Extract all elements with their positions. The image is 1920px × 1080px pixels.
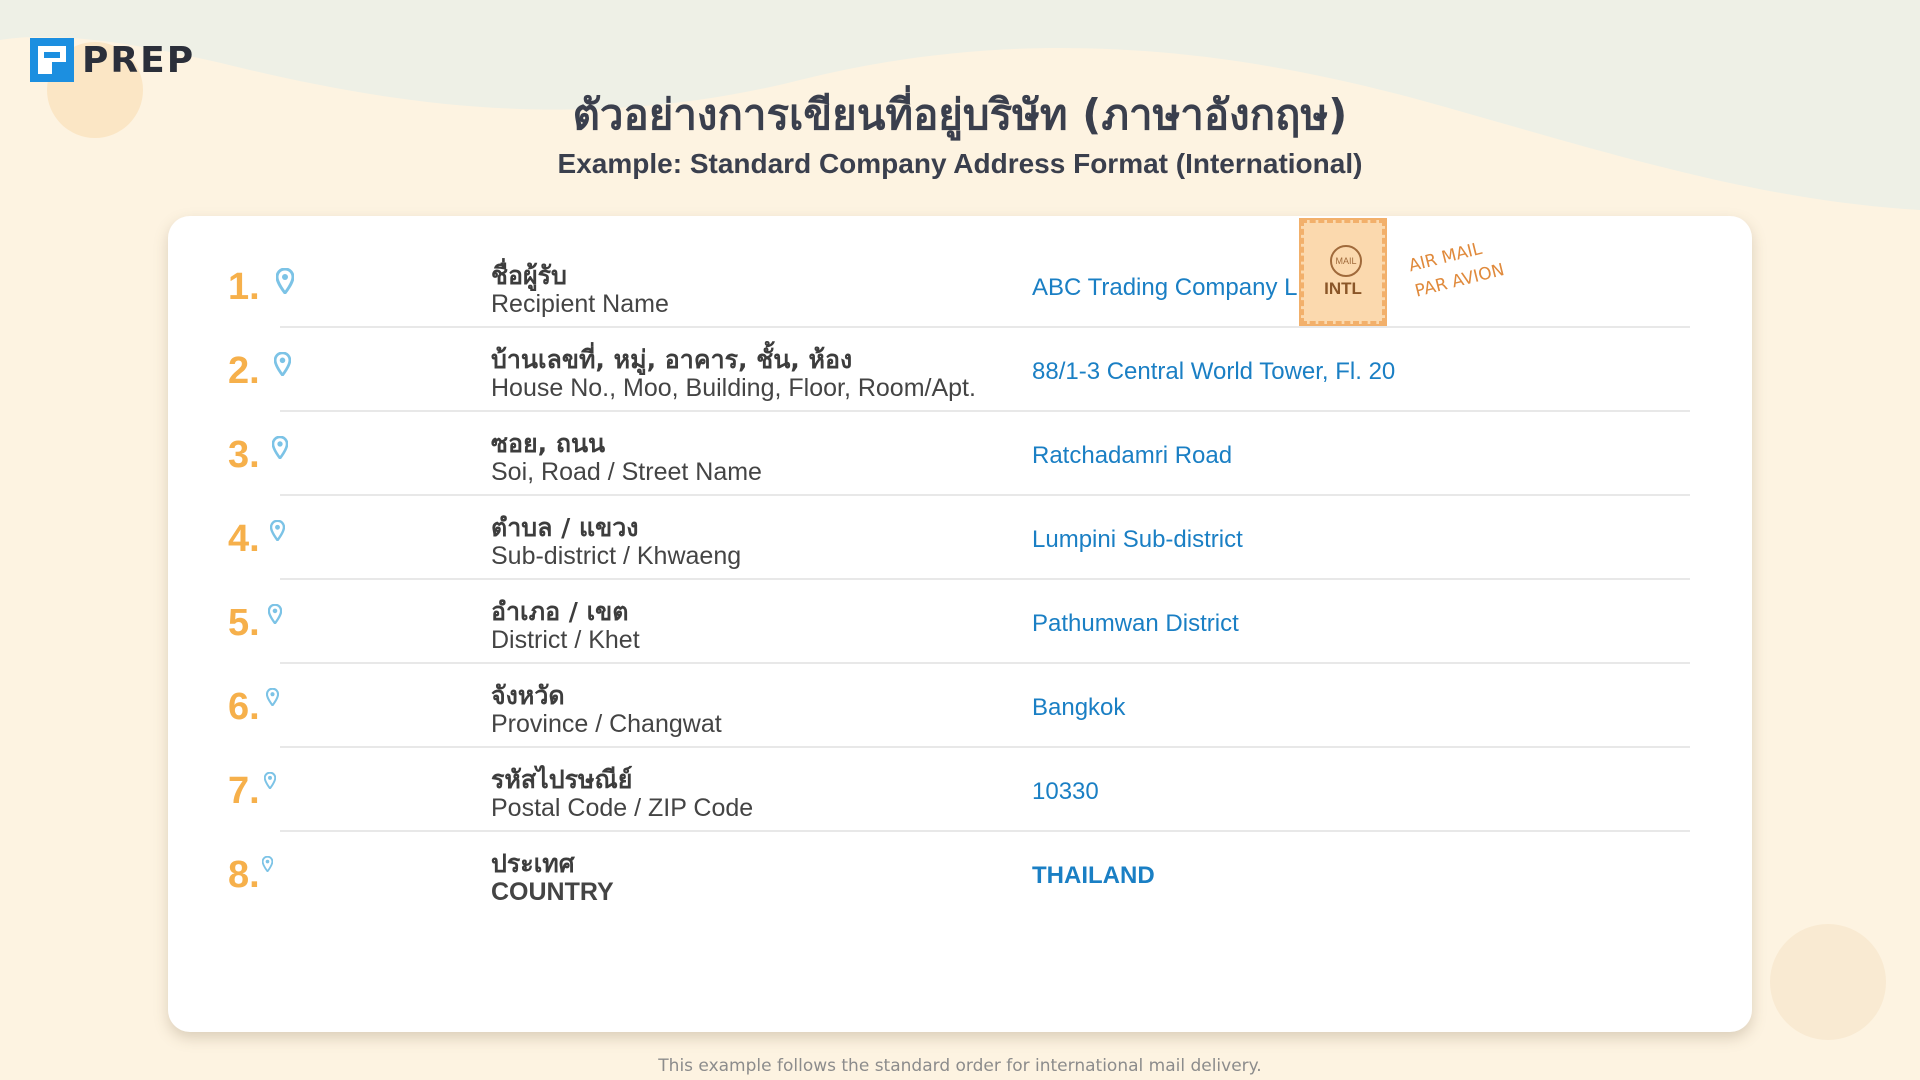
footnote: This example follows the standard order … <box>658 1056 1262 1076</box>
address-card: 1. ชื่อผู้รับ Recipient Name ABC Trading… <box>168 216 1752 1032</box>
row-number: 1. <box>228 266 260 308</box>
row-number: 7. <box>228 770 260 812</box>
location-pin-icon <box>264 772 276 789</box>
field-label-english: House No., Moo, Building, Floor, Room/Ap… <box>491 374 976 402</box>
location-pin-icon <box>270 520 285 541</box>
address-row: 6. จังหวัด Province / Changwat Bangkok <box>228 664 1690 748</box>
field-value: Ratchadamri Road <box>1032 442 1233 469</box>
prep-logo: PREP <box>28 36 195 84</box>
prep-logo-icon <box>30 38 74 82</box>
field-label-english: COUNTRY <box>491 878 614 906</box>
page-subtitle: Example: Standard Company Address Format… <box>557 148 1363 179</box>
field-value: Pathumwan District <box>1032 610 1239 637</box>
field-label-english: Soi, Road / Street Name <box>491 458 762 486</box>
row-number: 2. <box>228 350 260 392</box>
row-number: 8. <box>228 854 260 896</box>
location-pin-icon <box>262 856 273 872</box>
field-label-english: Recipient Name <box>491 290 669 318</box>
page-title: ตัวอย่างการเขียนที่อยู่บริษัท (ภาษาอังกฤ… <box>572 90 1348 139</box>
field-label-english: Postal Code / ZIP Code <box>491 794 754 822</box>
row-number: 6. <box>228 686 260 728</box>
stamp-label: INTL <box>1324 279 1362 298</box>
field-label-english: District / Khet <box>491 626 640 654</box>
location-pin-icon <box>268 604 282 624</box>
location-pin-icon <box>276 268 294 294</box>
location-pin-icon <box>274 352 291 376</box>
address-row: 5. อำเภอ / เขต District / Khet Pathumwan… <box>228 580 1690 664</box>
field-label-english: Province / Changwat <box>491 710 722 738</box>
postage-stamp: MAIL INTL <box>1299 218 1387 326</box>
address-row: 8. ประเทศ COUNTRY THAILAND <box>228 832 1690 916</box>
address-row: 3. ซอย, ถนน Soi, Road / Street Name Ratc… <box>228 412 1690 496</box>
stamp-mail-circle: MAIL <box>1330 245 1362 277</box>
field-value: THAILAND <box>1032 862 1155 889</box>
brand-name: PREP <box>82 39 196 81</box>
address-row: 2. บ้านเลขที่, หมู่, อาคาร, ชั้น, ห้อง H… <box>228 328 1690 412</box>
row-number: 3. <box>228 434 260 476</box>
field-value: Lumpini Sub-district <box>1032 526 1243 553</box>
address-row: 7. รหัสไปรษณีย์ Postal Code / ZIP Code 1… <box>228 748 1690 832</box>
location-pin-icon <box>272 436 288 459</box>
field-value: Bangkok <box>1032 694 1126 721</box>
row-number: 4. <box>228 518 260 560</box>
field-value: 10330 <box>1032 778 1099 805</box>
row-number: 5. <box>228 602 260 644</box>
address-row: 4. ตำบล / แขวง Sub-district / Khwaeng Lu… <box>228 496 1690 580</box>
field-value: 88/1-3 Central World Tower, Fl. 20 <box>1032 358 1396 385</box>
location-pin-icon <box>266 688 279 706</box>
field-label-english: Sub-district / Khwaeng <box>491 542 742 570</box>
